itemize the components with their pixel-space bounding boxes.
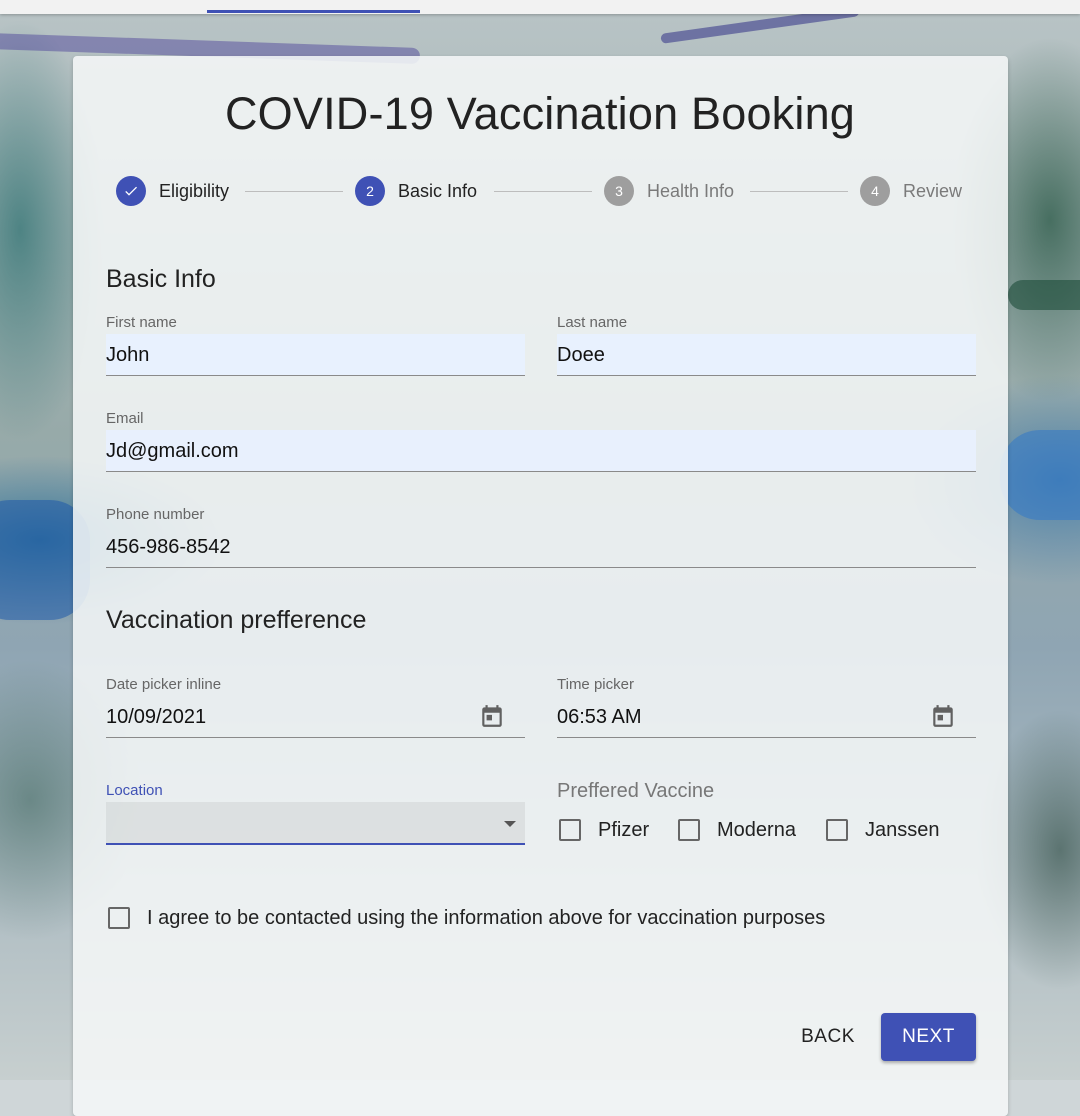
- first-name-label: First name: [106, 314, 177, 331]
- location-label: Location: [106, 782, 163, 799]
- time-picker-label: Time picker: [557, 676, 634, 693]
- location-select[interactable]: [106, 802, 525, 845]
- last-name-value[interactable]: Doee: [557, 344, 605, 367]
- step-label: Eligibility: [159, 180, 230, 201]
- page-title: COVID-19 Vaccination Booking: [224, 88, 856, 139]
- check-icon: [116, 176, 146, 206]
- date-picker-label: Date picker inline: [106, 676, 222, 693]
- phone-value[interactable]: 456-986-8542: [106, 536, 231, 559]
- active-tab-indicator: [207, 10, 420, 13]
- email-field[interactable]: Email Jd@gmail.com: [106, 409, 976, 473]
- step-connector: [494, 191, 592, 192]
- step-connector: [750, 191, 848, 192]
- last-name-label: Last name: [557, 314, 628, 331]
- moderna-label[interactable]: Moderna: [717, 819, 796, 842]
- step-connector: [245, 191, 343, 192]
- consent-label[interactable]: I agree to be contacted using the inform…: [147, 907, 825, 930]
- consent-checkbox[interactable]: [108, 907, 130, 929]
- step-number-badge: 4: [860, 176, 890, 206]
- phone-label: Phone number: [106, 506, 205, 523]
- email-label: Email: [106, 410, 144, 427]
- booking-card: [73, 56, 1008, 1116]
- janssen-label[interactable]: Janssen: [865, 819, 940, 842]
- top-app-bar: [0, 0, 1080, 14]
- pfizer-checkbox[interactable]: [559, 819, 581, 841]
- dropdown-arrow-icon[interactable]: [504, 821, 516, 827]
- time-value[interactable]: 06:53 AM: [557, 706, 642, 729]
- back-button[interactable]: BACK: [786, 1013, 870, 1061]
- basic-info-heading: Basic Info: [106, 265, 216, 293]
- moderna-checkbox[interactable]: [678, 819, 700, 841]
- step-eligibility[interactable]: Eligibility: [116, 176, 229, 206]
- step-number-badge: 2: [355, 176, 385, 206]
- phone-input-area[interactable]: [106, 526, 976, 568]
- first-name-field[interactable]: First name John: [106, 313, 525, 377]
- first-name-input-area[interactable]: [106, 334, 525, 376]
- step-label: Health Info: [647, 180, 735, 201]
- time-picker-field[interactable]: Time picker 06:53 AM: [557, 675, 976, 739]
- last-name-input-area[interactable]: [557, 334, 976, 376]
- calendar-icon[interactable]: [479, 703, 505, 729]
- next-button[interactable]: NEXT: [881, 1013, 976, 1061]
- email-value[interactable]: Jd@gmail.com: [106, 440, 239, 463]
- step-label: Basic Info: [398, 180, 478, 201]
- first-name-value[interactable]: John: [106, 344, 149, 367]
- calendar-icon[interactable]: [930, 703, 956, 729]
- step-basic-info[interactable]: 2 Basic Info: [355, 176, 477, 206]
- phone-field[interactable]: Phone number 456-986-8542: [106, 505, 976, 569]
- step-number-badge: 3: [604, 176, 634, 206]
- vaccination-preference-heading: Vaccination prefference: [106, 606, 367, 634]
- janssen-checkbox[interactable]: [826, 819, 848, 841]
- last-name-field[interactable]: Last name Doee: [557, 313, 976, 377]
- pfizer-label[interactable]: Pfizer: [598, 819, 649, 842]
- step-health-info[interactable]: 3 Health Info: [604, 176, 734, 206]
- step-review[interactable]: 4 Review: [860, 176, 962, 206]
- date-picker-field[interactable]: Date picker inline 10/09/2021: [106, 675, 525, 739]
- step-label: Review: [903, 180, 963, 201]
- date-value[interactable]: 10/09/2021: [106, 706, 206, 729]
- preferred-vaccine-label: Preffered Vaccine: [557, 780, 715, 802]
